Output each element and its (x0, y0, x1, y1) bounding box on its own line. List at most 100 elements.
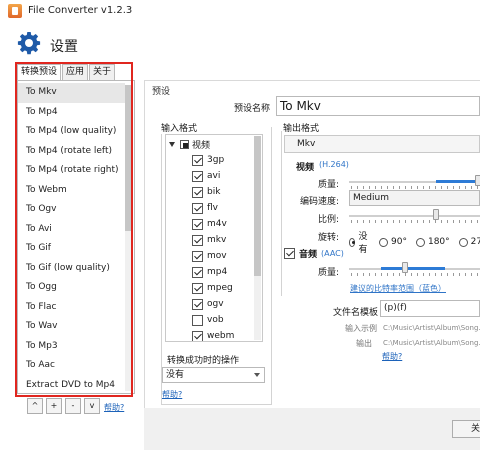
format-checkbox[interactable] (192, 234, 203, 246)
preset-list-items: To Mkv To Mp4 To Mp4 (low quality) To Mp… (18, 83, 125, 394)
audio-quality-label: 质量: (317, 268, 339, 278)
format-checkbox[interactable] (192, 282, 203, 294)
preset-item-wav[interactable]: To Wav (18, 317, 125, 337)
preset-item-mp4-low[interactable]: To Mp4 (low quality) (18, 122, 125, 142)
format-checkbox[interactable] (192, 218, 203, 230)
radio-selected[interactable] (349, 237, 356, 247)
encoding-speed-select[interactable]: Medium (349, 190, 480, 206)
audio-row: 音频 (AAC) (284, 247, 344, 260)
format-avi[interactable]: avi (192, 168, 234, 184)
scale-slider[interactable] (433, 209, 439, 220)
format-checkbox[interactable] (192, 202, 203, 214)
preset-item-gif-low[interactable]: To Gif (low quality) (18, 259, 125, 279)
tree-scroll-thumb[interactable] (254, 136, 261, 276)
output-format-label: 输出格式 (283, 124, 320, 134)
preset-item-ogv[interactable]: To Ogv (18, 200, 125, 220)
tab-presets[interactable]: 转换预设 (17, 64, 62, 81)
tree-scrollbar[interactable] (254, 136, 261, 340)
rotate-label: 旋转: (317, 233, 339, 243)
video-group-checkbox[interactable] (180, 139, 189, 149)
tree-root-label: 视频 (192, 140, 211, 151)
format-m4v[interactable]: m4v (192, 216, 234, 232)
format-3gp[interactable]: 3gp (192, 152, 234, 168)
page-title: 设置 (50, 39, 78, 55)
after-conversion-select[interactable]: 没有 (162, 367, 265, 383)
video-quality-label: 质量: (317, 180, 339, 190)
move-down-button[interactable]: v (84, 398, 100, 414)
video-quality-slider[interactable] (475, 175, 480, 186)
video-section-label: 视频 (296, 163, 315, 173)
preset-item-mp4-rotate-left[interactable]: To Mp4 (rotate left) (18, 142, 125, 162)
preset-name-label: 预设名称 (234, 104, 271, 114)
audio-quality-slider[interactable] (402, 262, 408, 273)
format-checkbox[interactable] (192, 330, 203, 341)
format-mpeg[interactable]: mpeg (192, 280, 234, 296)
format-mp4[interactable]: mp4 (192, 264, 234, 280)
radio[interactable] (458, 237, 468, 247)
preset-item-mkv[interactable]: To Mkv (18, 83, 125, 103)
rotate-180-option[interactable]: 180° (415, 237, 450, 247)
close-button[interactable]: 关 (452, 420, 480, 438)
preset-item-ogg[interactable]: To Ogg (18, 278, 125, 298)
preset-item-gif[interactable]: To Gif (18, 239, 125, 259)
scale-track (349, 215, 480, 217)
preset-item-aac[interactable]: To Aac (18, 356, 125, 376)
format-checkbox[interactable] (192, 298, 203, 310)
preset-item-mp3[interactable]: To Mp3 (18, 337, 125, 357)
expand-arrow-icon[interactable] (169, 141, 175, 147)
preset-item-flac[interactable]: To Flac (18, 298, 125, 318)
format-checkbox[interactable] (192, 250, 203, 262)
tab-about[interactable]: 关于 (89, 64, 116, 80)
preset-item-webm[interactable]: To Webm (18, 181, 125, 201)
format-bik[interactable]: bik (192, 184, 234, 200)
tree-items: 3gp avi bik flv m4v mkv mov mp4 mpeg ogv… (192, 152, 234, 341)
input-help-link[interactable]: 帮助? (162, 389, 182, 400)
preset-name-input[interactable]: To Mkv (276, 96, 480, 116)
preset-item-mp4[interactable]: To Mp4 (18, 103, 125, 123)
format-ogv[interactable]: ogv (192, 296, 234, 312)
audio-quality-ticks (351, 273, 480, 276)
input-example-label: 输入示例 (345, 324, 377, 333)
format-vob[interactable]: vob (192, 312, 234, 328)
audio-section-label: 音频 (299, 250, 318, 260)
tab-application[interactable]: 应用 (62, 64, 89, 80)
input-example-value: C:\Music\Artist\Album\Song.w (383, 324, 480, 332)
radio[interactable] (379, 237, 389, 247)
preset-list-scroll-thumb[interactable] (125, 85, 132, 231)
output-example-value: C:\Music\Artist\Album\Song.m (383, 339, 480, 347)
format-webm[interactable]: webm (192, 328, 234, 341)
format-checkbox[interactable] (192, 186, 203, 198)
output-help-link[interactable]: 帮助? (382, 351, 402, 362)
format-mkv[interactable]: mkv (192, 232, 234, 248)
preset-help-link[interactable]: 帮助? (104, 402, 124, 413)
output-format-select[interactable]: Mkv (284, 135, 480, 153)
filename-template-input[interactable]: (p)(f) (380, 300, 480, 317)
format-mov[interactable]: mov (192, 248, 234, 264)
format-checkbox[interactable] (192, 266, 203, 278)
rotate-none-option[interactable]: 没有 (349, 229, 370, 255)
add-preset-button[interactable]: + (46, 398, 62, 414)
format-checkbox[interactable] (192, 314, 203, 326)
tree-root-video[interactable]: 视频 (169, 137, 210, 151)
preset-list-scrollbar[interactable] (125, 85, 132, 391)
remove-preset-button[interactable]: - (65, 398, 81, 414)
audio-checkbox[interactable] (284, 248, 295, 259)
window-title: File Converter v1.2.3 (28, 5, 133, 16)
preset-item-avi[interactable]: To Avi (18, 220, 125, 240)
output-example-label: 输出 (356, 339, 372, 348)
preset-list: To Mkv To Mp4 To Mp4 (low quality) To Mp… (17, 80, 135, 394)
scale-label: 比例: (317, 215, 339, 225)
rotate-270-option[interactable]: 27 (458, 237, 480, 247)
preset-item-mp4-rotate-right[interactable]: To Mp4 (rotate right) (18, 161, 125, 181)
format-checkbox[interactable] (192, 170, 203, 182)
gear-icon (17, 32, 41, 55)
format-flv[interactable]: flv (192, 200, 234, 216)
preset-item-extract-dvd[interactable]: Extract DVD to Mp4 (18, 376, 125, 394)
rotate-options: 没有 90° 180° 27 (349, 229, 480, 255)
format-checkbox[interactable] (192, 154, 203, 166)
encoding-speed-label: 编码速度: (299, 197, 339, 207)
rotate-90-option[interactable]: 90° (379, 237, 407, 247)
move-up-button[interactable]: ^ (27, 398, 43, 414)
radio[interactable] (415, 237, 425, 247)
filename-template-label: 文件名模板 (333, 308, 379, 318)
